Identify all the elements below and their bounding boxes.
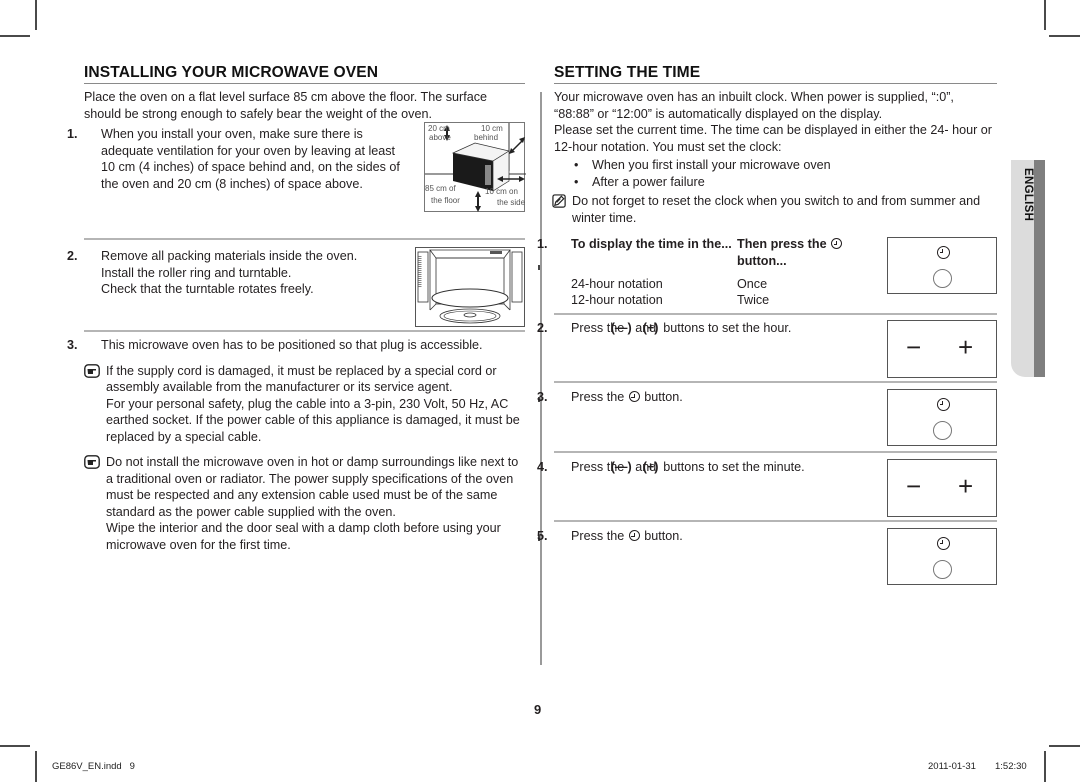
- plus-button[interactable]: +: [958, 473, 973, 499]
- clock-button[interactable]: [933, 421, 952, 440]
- svg-text:20 cm: 20 cm: [428, 124, 450, 133]
- svg-text:10 cm on: 10 cm on: [485, 187, 518, 196]
- clock-button[interactable]: [933, 560, 952, 579]
- divider: [554, 520, 997, 522]
- footer-filename: GE86V_EN.indd 9: [52, 761, 135, 772]
- time-step-2: 2. Press the (—) and (+) buttons to set t…: [537, 320, 997, 378]
- time-step-5: 5. Press the button.: [537, 528, 997, 585]
- crop-mark: [1049, 35, 1080, 37]
- time-steps: 1. To display the time in the... Then pre…: [537, 0, 997, 782]
- tab-edge: [1034, 160, 1045, 377]
- minus-symbol: (—): [610, 460, 632, 474]
- svg-text:the floor: the floor: [431, 196, 460, 205]
- oven-turntable-icon: [417, 249, 523, 324]
- svg-text:85 cm of: 85 cm of: [425, 184, 456, 193]
- language-label: ENGLISH: [1022, 168, 1034, 222]
- install-step-2: 2. Remove all packing materials inside th…: [67, 240, 525, 332]
- notice-text: For your personal safety, plug the cable…: [106, 396, 520, 444]
- svg-text:above: above: [429, 133, 451, 142]
- notice-installation-location: Do not install the microwave oven in hot…: [84, 454, 525, 553]
- crop-mark: [0, 35, 30, 37]
- crop-mark: [35, 751, 37, 782]
- minus-symbol: (—): [610, 321, 632, 335]
- oven-interior-figure: [415, 247, 525, 327]
- install-step-1: 1. When you install your oven, make sure …: [67, 122, 526, 240]
- plus-button[interactable]: +: [958, 334, 973, 360]
- clock-button-panel: [887, 389, 997, 446]
- clock-button[interactable]: [933, 269, 952, 288]
- crop-mark: [35, 0, 37, 30]
- clock-icon: [937, 398, 950, 411]
- footer-date: 2011-01-31: [928, 761, 976, 772]
- crop-mark: [1044, 751, 1046, 782]
- clock-button-panel: [887, 528, 997, 585]
- time-step-4: 4. Press the (—) and (+) buttons to set t…: [537, 459, 997, 517]
- notice-text: If the supply cord is damaged, it must b…: [106, 363, 497, 395]
- svg-text:the side: the side: [497, 198, 526, 207]
- pointing-hand-icon: [84, 363, 100, 378]
- press-count: Once: [737, 277, 768, 291]
- time-step-3: 3. Press the button.: [537, 389, 997, 446]
- install-step-3: 3. This microwave oven has to be position…: [67, 338, 483, 352]
- svg-text:behind: behind: [474, 133, 498, 142]
- svg-text:10 cm: 10 cm: [481, 124, 503, 133]
- pointing-hand-icon: [84, 455, 100, 469]
- column-divider: [540, 92, 542, 665]
- intro-text: Place the oven on a flat level surface 8…: [84, 90, 488, 121]
- divider: [554, 451, 997, 453]
- footer-time: 1:52:30: [995, 761, 1027, 772]
- divider: [554, 313, 997, 315]
- ventilation-clearance-figure: 20 cm above 10 cm behind 85 cm of the fl…: [424, 122, 526, 212]
- page-number: 9: [534, 702, 542, 717]
- section-title: INSTALLING YOUR MICROWAVE OVEN: [84, 64, 525, 84]
- minus-button[interactable]: −: [906, 334, 921, 360]
- divider: [554, 381, 997, 383]
- notice-power-cord: If the supply cord is damaged, it must b…: [84, 363, 525, 446]
- clock-icon: [937, 537, 950, 550]
- column-header: 1. To display the time in the...: [537, 237, 732, 251]
- clock-icon: [628, 391, 640, 402]
- minus-plus-panel: − +: [887, 320, 997, 378]
- clock-button-panel: [887, 237, 997, 294]
- clock-icon: [628, 530, 640, 541]
- minus-plus-panel: − +: [887, 459, 997, 517]
- step-text: 1. When you install your oven, make sure …: [67, 127, 400, 191]
- clock-icon: [831, 238, 843, 249]
- crop-mark: [1044, 0, 1046, 30]
- language-tab: ENGLISH: [1011, 160, 1045, 377]
- installing-section: INSTALLING YOUR MICROWAVE OVEN Place the…: [67, 64, 526, 553]
- minus-button[interactable]: −: [906, 473, 921, 499]
- notice-text: Wipe the interior and the door seal with…: [106, 521, 501, 552]
- clock-icon: [937, 246, 950, 259]
- press-count: Twice: [737, 293, 770, 307]
- notation-label: 24-hour notation: [571, 277, 663, 291]
- notice-text: Do not install the microwave oven in hot…: [106, 455, 519, 519]
- divider-tick: [538, 265, 540, 270]
- column-header: Then press the button...: [737, 236, 877, 269]
- crop-mark: [1049, 745, 1080, 747]
- notation-label: 12-hour notation: [571, 293, 663, 307]
- crop-mark: [0, 745, 30, 747]
- ventilation-diagram-icon: 20 cm above 10 cm behind 85 cm of the fl…: [425, 123, 526, 212]
